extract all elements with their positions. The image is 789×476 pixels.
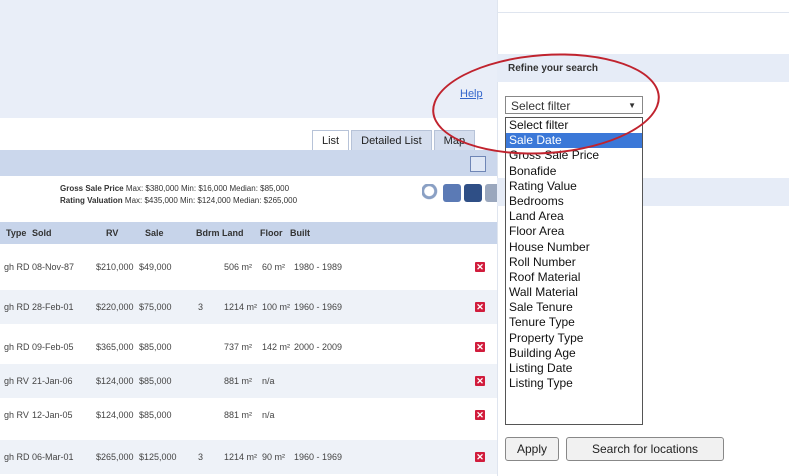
- cell-bdrm: 3: [198, 302, 204, 312]
- result-action-icons: [422, 184, 503, 202]
- cell-prefix: gh RD: [4, 452, 30, 462]
- filter-option[interactable]: House Number: [506, 240, 642, 255]
- search-for-locations-button[interactable]: Search for locations: [566, 437, 724, 461]
- filter-option[interactable]: Roll Number: [506, 255, 642, 270]
- col-type[interactable]: Type: [6, 228, 26, 238]
- cell-rv: $124,000: [96, 410, 134, 420]
- cell-prefix: gh RD: [4, 262, 30, 272]
- col-rv[interactable]: RV: [106, 228, 118, 238]
- cell-land: 737 m²: [224, 342, 253, 352]
- table-row[interactable]: gh RD 08-Nov-87 $210,000 $49,000 506 m² 60 m²…: [0, 250, 497, 284]
- header-banner: [0, 0, 497, 118]
- cell-sale: $75,000: [139, 302, 172, 312]
- filter-option[interactable]: Tenure Type: [506, 315, 642, 330]
- tab-list[interactable]: List: [312, 130, 350, 151]
- export-icon[interactable]: [470, 156, 486, 172]
- results-table-header: Type Sold RV Sale Bdrm Land Floor Built: [0, 222, 497, 244]
- cell-land: 506 m²: [224, 262, 253, 272]
- rating-valuation-values: Max: $435,000 Min: $124,000 Median: $265…: [124, 196, 298, 205]
- filter-option[interactable]: Listing Date: [506, 361, 642, 376]
- cell-sold: 08-Nov-87: [32, 262, 75, 272]
- save-disk-icon[interactable]: [464, 184, 482, 202]
- spreadsheet-icon[interactable]: [443, 184, 461, 202]
- filter-option[interactable]: Sale Tenure: [506, 300, 642, 315]
- cell-sold: 28-Feb-01: [32, 302, 74, 312]
- filter-option[interactable]: Bedrooms: [506, 194, 642, 209]
- cell-floor: n/a: [262, 376, 275, 386]
- cell-prefix: gh RV: [4, 410, 29, 420]
- cell-land: 1214 m²: [224, 452, 258, 462]
- cell-bdrm: 3: [198, 452, 204, 462]
- cell-rv: $124,000: [96, 376, 134, 386]
- cell-floor: 142 m²: [262, 342, 291, 352]
- filter-dropdown-list: Select filter Sale Date Gross Sale Price Bo…: [505, 117, 643, 425]
- delete-icon[interactable]: ✕: [475, 410, 485, 420]
- delete-icon[interactable]: ✕: [475, 376, 485, 386]
- cell-rv: $210,000: [96, 262, 134, 272]
- cell-rv: $265,000: [96, 452, 134, 462]
- delete-icon[interactable]: ✕: [475, 262, 485, 272]
- panel-divider: [497, 12, 789, 13]
- cell-land: 881 m²: [224, 410, 253, 420]
- cell-floor: 100 m²: [262, 302, 291, 312]
- col-floor[interactable]: Floor: [260, 228, 283, 238]
- cell-land: 881 m²: [224, 376, 253, 386]
- table-row[interactable]: gh RD 06-Mar-01 $265,000 $125,000 3 1214 m² 90…: [0, 440, 497, 474]
- table-row[interactable]: gh RV 12-Jan-05 $124,000 $85,000 881 m² n/a ✕: [0, 398, 497, 432]
- cell-floor: 60 m²: [262, 262, 286, 272]
- filter-option[interactable]: Building Age: [506, 346, 642, 361]
- filter-option[interactable]: Floor Area: [506, 224, 642, 239]
- col-built[interactable]: Built: [290, 228, 310, 238]
- delete-icon[interactable]: ✕: [475, 302, 485, 312]
- search-magnify-icon[interactable]: [422, 184, 440, 202]
- cell-sale: $85,000: [139, 410, 172, 420]
- col-land[interactable]: Land: [222, 228, 244, 238]
- delete-icon[interactable]: ✕: [475, 342, 485, 352]
- filter-option[interactable]: Rating Value: [506, 179, 642, 194]
- col-bdrm[interactable]: Bdrm: [196, 228, 220, 238]
- filter-option[interactable]: Roof Material: [506, 270, 642, 285]
- table-row[interactable]: gh RV 21-Jan-06 $124,000 $85,000 881 m² n/a ✕: [0, 364, 497, 398]
- col-sale[interactable]: Sale: [145, 228, 164, 238]
- table-row[interactable]: gh RD 28-Feb-01 $220,000 $75,000 3 1214 m² 100…: [0, 290, 497, 324]
- delete-icon[interactable]: ✕: [475, 452, 485, 462]
- cell-built: 1960 - 1969: [294, 452, 343, 462]
- rating-valuation-label: Rating Valuation: [60, 196, 123, 205]
- cell-sold: 12-Jan-05: [32, 410, 73, 420]
- cell-rv: $220,000: [96, 302, 134, 312]
- cell-land: 1214 m²: [224, 302, 258, 312]
- cell-sale: $85,000: [139, 342, 172, 352]
- filter-option[interactable]: Bonafide: [506, 164, 642, 179]
- cell-sold: 21-Jan-06: [32, 376, 73, 386]
- col-sold[interactable]: Sold: [32, 228, 52, 238]
- table-row[interactable]: gh RD 09-Feb-05 $365,000 $85,000 737 m² 142 m…: [0, 330, 497, 364]
- tab-detailed-list[interactable]: Detailed List: [351, 130, 432, 151]
- cell-floor: 90 m²: [262, 452, 286, 462]
- cell-floor: n/a: [262, 410, 275, 420]
- cell-sold: 06-Mar-01: [32, 452, 74, 462]
- filter-option[interactable]: Listing Type: [506, 376, 642, 391]
- cell-prefix: gh RD: [4, 342, 30, 352]
- cell-sold: 09-Feb-05: [32, 342, 74, 352]
- cell-built: 2000 - 2009: [294, 342, 343, 352]
- gross-sale-price-values: Max: $380,000 Min: $16,000 Median: $85,0…: [125, 184, 290, 193]
- cell-sale: $49,000: [139, 262, 172, 272]
- gross-sale-price-label: Gross Sale Price: [60, 184, 124, 193]
- cell-sale: $85,000: [139, 376, 172, 386]
- filter-option[interactable]: Wall Material: [506, 285, 642, 300]
- filter-option[interactable]: Land Area: [506, 209, 642, 224]
- cell-prefix: gh RV: [4, 376, 29, 386]
- cell-prefix: gh RD: [4, 302, 30, 312]
- results-toolbar-band: [0, 150, 497, 176]
- cell-sale: $125,000: [139, 452, 177, 462]
- apply-button[interactable]: Apply: [505, 437, 559, 461]
- cell-rv: $365,000: [96, 342, 134, 352]
- price-statistics: Gross Sale Price Max: $380,000 Min: $16,…: [60, 183, 297, 207]
- filter-option[interactable]: Property Type: [506, 331, 642, 346]
- cell-built: 1960 - 1969: [294, 302, 343, 312]
- cell-built: 1980 - 1989: [294, 262, 343, 272]
